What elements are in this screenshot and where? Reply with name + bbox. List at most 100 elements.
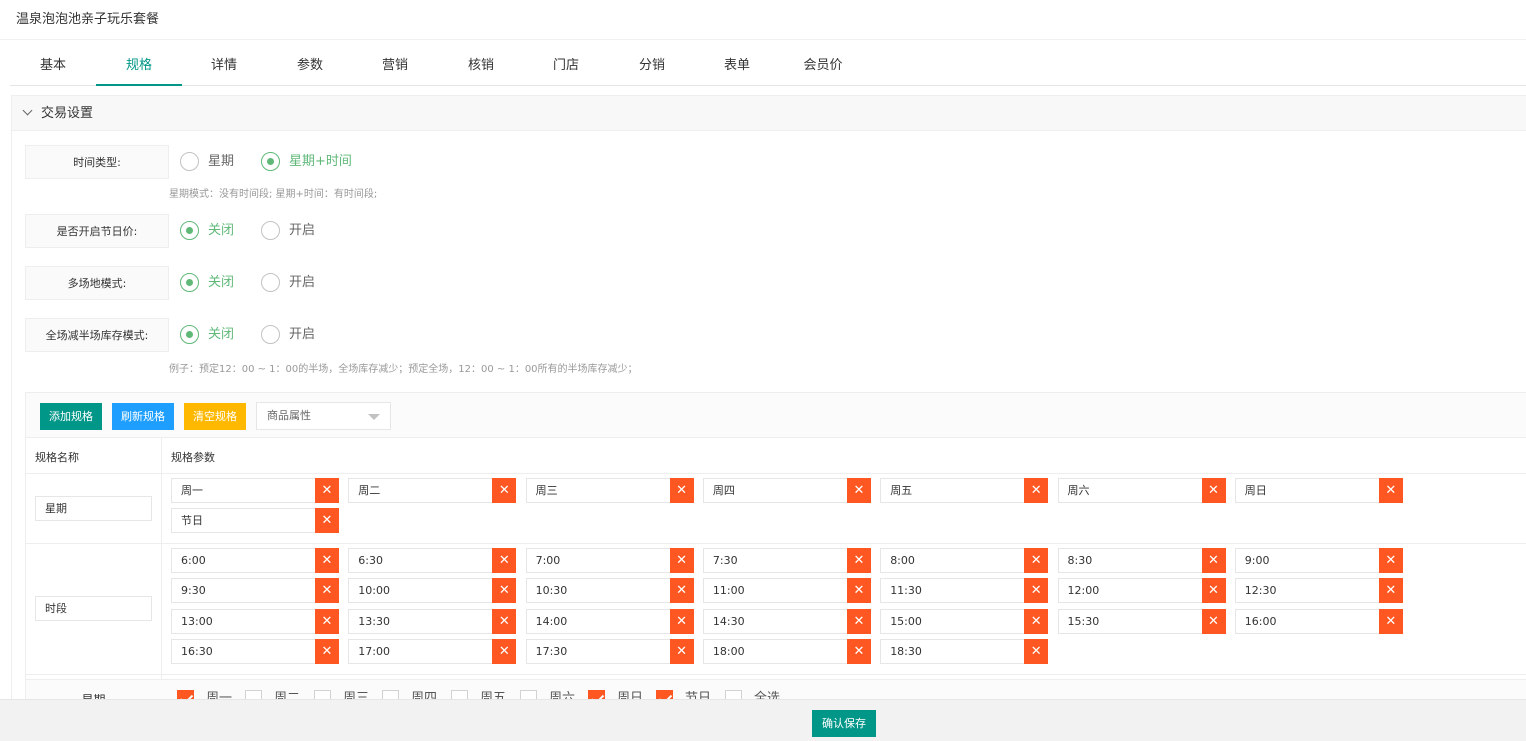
- spec-value-input[interactable]: 11:30: [880, 578, 1026, 604]
- spec-value-input[interactable]: 9:00: [1234, 548, 1380, 573]
- confirm-save-button[interactable]: 确认保存: [812, 710, 876, 737]
- close-icon[interactable]: ✕: [1024, 478, 1049, 503]
- close-icon[interactable]: ✕: [1201, 578, 1226, 604]
- radio-on[interactable]: 开启: [261, 325, 315, 345]
- close-icon[interactable]: ✕: [1024, 578, 1049, 604]
- spec-value-input[interactable]: 18:30: [880, 638, 1026, 664]
- spec-value-input[interactable]: 9:30: [171, 578, 316, 604]
- tab-spec[interactable]: 规格: [96, 48, 182, 86]
- spec-value-input[interactable]: 12:00: [1057, 578, 1203, 604]
- spec-name-input[interactable]: 时段: [35, 596, 152, 621]
- spec-value-input[interactable]: 8:00: [880, 548, 1026, 573]
- close-icon[interactable]: ✕: [846, 608, 871, 634]
- spec-value-input[interactable]: 18:00: [702, 638, 848, 664]
- tab-marketing[interactable]: 营销: [352, 48, 438, 86]
- close-icon[interactable]: ✕: [1201, 608, 1226, 634]
- spec-value-chip: 周五 ✕: [880, 478, 1049, 503]
- close-icon[interactable]: ✕: [492, 478, 517, 503]
- spec-value-input[interactable]: 周日: [1234, 478, 1380, 503]
- tab-basic[interactable]: 基本: [10, 48, 96, 86]
- close-icon[interactable]: ✕: [669, 478, 694, 503]
- spec-value-input[interactable]: 8:30: [1057, 548, 1203, 573]
- spec-value-input[interactable]: 周三: [525, 478, 671, 503]
- radio-off[interactable]: 关闭: [180, 273, 234, 293]
- spec-value-chip: 18:30 ✕: [880, 638, 1049, 664]
- spec-value-input[interactable]: 10:30: [525, 578, 671, 604]
- tab-distribution[interactable]: 分销: [609, 48, 695, 86]
- spec-value-input[interactable]: 周一: [171, 478, 316, 503]
- spec-value-input[interactable]: 14:30: [702, 608, 848, 634]
- close-icon[interactable]: ✕: [492, 608, 517, 634]
- radio-on[interactable]: 开启: [261, 273, 315, 293]
- close-icon[interactable]: ✕: [315, 608, 339, 634]
- spec-value-input[interactable]: 周四: [702, 478, 848, 503]
- spec-value-input[interactable]: 16:00: [1234, 608, 1380, 634]
- spec-value-input[interactable]: 6:30: [348, 548, 494, 573]
- close-icon[interactable]: ✕: [669, 578, 694, 604]
- close-icon[interactable]: ✕: [492, 548, 517, 573]
- spec-value-input[interactable]: 17:00: [348, 638, 494, 664]
- tab-store[interactable]: 门店: [523, 48, 609, 86]
- radio-week-time[interactable]: 星期+时间: [261, 152, 352, 172]
- close-icon[interactable]: ✕: [1024, 638, 1049, 664]
- close-icon[interactable]: ✕: [492, 638, 517, 664]
- close-icon[interactable]: ✕: [669, 638, 694, 664]
- close-icon[interactable]: ✕: [1024, 548, 1049, 573]
- spec-value-input[interactable]: 13:30: [348, 608, 494, 634]
- clear-spec-button[interactable]: 清空规格: [184, 403, 246, 430]
- spec-name-input[interactable]: 星期: [35, 496, 152, 521]
- close-icon[interactable]: ✕: [1024, 608, 1049, 634]
- spec-value-input[interactable]: 15:30: [1057, 608, 1203, 634]
- radio-off[interactable]: 关闭: [180, 221, 234, 241]
- spec-value-input[interactable]: 12:30: [1234, 578, 1380, 604]
- spec-value-input[interactable]: 13:00: [171, 608, 316, 634]
- add-spec-button[interactable]: 添加规格: [40, 403, 102, 430]
- radio-on[interactable]: 开启: [261, 221, 315, 241]
- spec-value-input[interactable]: 11:00: [702, 578, 848, 604]
- close-icon[interactable]: ✕: [315, 478, 339, 503]
- radio-off[interactable]: 关闭: [180, 325, 234, 345]
- tab-params[interactable]: 参数: [267, 48, 353, 86]
- close-icon[interactable]: ✕: [315, 508, 339, 534]
- tab-member-price[interactable]: 会员价: [780, 48, 866, 86]
- spec-value-input[interactable]: 15:00: [880, 608, 1026, 634]
- close-icon[interactable]: ✕: [669, 548, 694, 573]
- close-icon[interactable]: ✕: [315, 638, 339, 664]
- spec-value-input[interactable]: 节日: [171, 508, 316, 534]
- radio-week[interactable]: 星期: [180, 152, 234, 172]
- close-icon[interactable]: ✕: [1201, 478, 1226, 503]
- tab-verify[interactable]: 核销: [438, 48, 524, 86]
- close-icon[interactable]: ✕: [1201, 548, 1226, 573]
- spec-value-input[interactable]: 16:30: [171, 638, 316, 664]
- spec-value-input[interactable]: 7:30: [702, 548, 848, 573]
- close-icon[interactable]: ✕: [846, 478, 871, 503]
- spec-value-input[interactable]: 17:30: [525, 638, 671, 664]
- col-spec-params: 规格参数: [171, 451, 215, 464]
- tab-detail[interactable]: 详情: [181, 48, 267, 86]
- close-icon[interactable]: ✕: [846, 548, 871, 573]
- close-icon[interactable]: ✕: [1378, 478, 1403, 503]
- spec-value-input[interactable]: 周二: [348, 478, 494, 503]
- spec-value-chip: 10:30 ✕: [525, 578, 694, 604]
- close-icon[interactable]: ✕: [1378, 578, 1403, 604]
- spec-value-input[interactable]: 7:00: [525, 548, 671, 573]
- close-icon[interactable]: ✕: [315, 548, 339, 573]
- close-icon[interactable]: ✕: [1378, 548, 1403, 573]
- spec-value-input[interactable]: 周五: [880, 478, 1026, 503]
- close-icon[interactable]: ✕: [846, 578, 871, 604]
- spec-value-input[interactable]: 周六: [1057, 478, 1203, 503]
- close-icon[interactable]: ✕: [1378, 608, 1403, 634]
- close-icon[interactable]: ✕: [492, 578, 517, 604]
- refresh-spec-button[interactable]: 刷新规格: [112, 403, 174, 430]
- spec-value-input[interactable]: 6:00: [171, 548, 316, 573]
- spec-value-chip: 18:00 ✕: [702, 638, 871, 664]
- product-attr-select[interactable]: 商品属性: [256, 402, 391, 430]
- spec-value-input[interactable]: 14:00: [525, 608, 671, 634]
- close-icon[interactable]: ✕: [315, 578, 339, 604]
- spec-value-input[interactable]: 10:00: [348, 578, 494, 604]
- close-icon[interactable]: ✕: [846, 638, 871, 664]
- setting-label: 是否开启节日价:: [25, 214, 169, 248]
- panel-header[interactable]: 交易设置: [12, 96, 1526, 131]
- close-icon[interactable]: ✕: [669, 608, 694, 634]
- tab-form[interactable]: 表单: [694, 48, 780, 86]
